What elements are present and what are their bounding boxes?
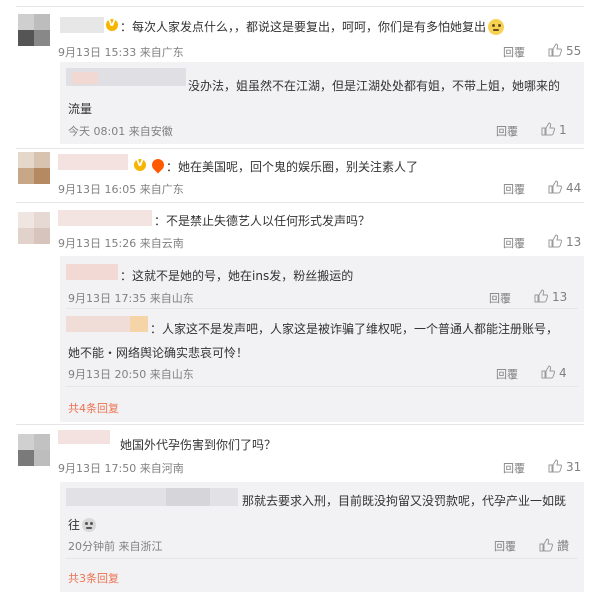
comment-text: ：她在美国呢，回个鬼的娱乐圈，别关注素人了 (166, 160, 419, 174)
comment-meta: 9月13日 16:05 来自广东 (58, 183, 184, 196)
like-button[interactable]: 44 (548, 180, 581, 195)
comment-meta: 9月13日 15:26 来自云南 (58, 237, 184, 250)
blur-block (166, 488, 210, 506)
sub-reply-meta: 今天 08:01 来自安徽 (68, 125, 173, 138)
separator (66, 386, 578, 387)
comment-text: ：不是禁止失德艺人以任何形式发声吗？ (154, 214, 371, 228)
sub-reply-button[interactable]: 回覆 (489, 290, 511, 306)
avatar[interactable] (18, 434, 50, 466)
sub-like-button[interactable]: 1 (541, 122, 567, 137)
sub-reply-meta: 9月13日 17:35 来自山东 (68, 292, 194, 305)
like-count: 13 (552, 290, 568, 304)
comment-2: ：她在美国呢，回个鬼的娱乐圈，别关注素人了 9月13日 16:05 来自广东 回… (0, 148, 600, 202)
like-count: 44 (566, 181, 582, 195)
sub-reply-meta: 9月13日 20:50 来自山东 (68, 368, 194, 381)
comment-text: 她国外代孕伤害到你们了吗？ (120, 438, 277, 452)
separator (66, 558, 578, 559)
sub-reply-text: 没办法，姐虽然不在江湖，但是江湖处处都有姐，不带上姐，她哪来的 (188, 79, 561, 93)
thumb-up-icon (548, 234, 562, 248)
reply-button[interactable]: 回覆 (503, 235, 525, 251)
more-replies-link[interactable]: 共3条回复 (68, 570, 119, 586)
sub-like-button[interactable]: 13 (534, 289, 567, 304)
reply-button[interactable]: 回覆 (503, 460, 525, 476)
hot-icon (149, 156, 167, 174)
sub-like-button[interactable]: 讚 (539, 537, 569, 554)
comment-3: ：不是禁止失德艺人以任何形式发声吗？ 9月13日 15:26 来自云南 回覆 1… (0, 202, 600, 422)
reply-button[interactable]: 回覆 (503, 44, 525, 60)
sub-reply-text: ：人家这不是发声吧，人家这是被诈骗了维权呢，一个普通人都能注册账号， (150, 322, 559, 336)
separator (66, 308, 578, 309)
comment-meta: 9月13日 15:33 来自广东 (58, 46, 184, 59)
blur-block (130, 316, 148, 332)
sub-reply-text-line2: 往 (68, 516, 97, 533)
comment-meta: 9月13日 17:50 来自河南 (58, 462, 184, 475)
sub-reply-button[interactable]: 回覆 (496, 123, 518, 139)
avatar[interactable] (18, 14, 50, 46)
more-replies-link[interactable]: 共4条回复 (68, 400, 119, 416)
comment-text: ：每次人家发点什么，，都说这是要复出，呵呵，你们是有多怕她复出 (120, 18, 505, 35)
username-blurred[interactable] (58, 154, 128, 170)
thumb-up-icon (534, 289, 548, 303)
emoji-icon (488, 19, 505, 35)
sub-reply-meta: 20分钟前 来自浙江 (68, 540, 163, 553)
sub-reply-button[interactable]: 回覆 (494, 538, 516, 554)
blur-block (72, 72, 98, 84)
verified-icon (134, 158, 146, 171)
like-count: 13 (566, 235, 582, 249)
sub-username-blurred[interactable] (66, 264, 118, 280)
comment-1: ：每次人家发点什么，，都说这是要复出，呵呵，你们是有多怕她复出 9月13日 15… (0, 0, 600, 150)
like-count: 4 (559, 366, 567, 380)
username-blurred[interactable] (58, 210, 152, 226)
like-button[interactable]: 31 (548, 459, 581, 474)
thumb-up-icon (548, 459, 562, 473)
avatar[interactable] (18, 152, 50, 184)
reply-button[interactable]: 回覆 (503, 181, 525, 197)
sub-reply-text: 那就去要求入刑，目前既没拘留又没罚款呢，代孕产业一如既 (242, 494, 567, 508)
emoji-icon (82, 518, 97, 532)
sub-reply-text: ：这就不是她的号，她在ins发，粉丝搬运的 (120, 269, 354, 283)
thumb-up-icon (539, 538, 553, 552)
sub-like-button[interactable]: 4 (541, 365, 567, 380)
sub-username-blurred[interactable] (66, 488, 238, 506)
username-blurred[interactable] (58, 430, 110, 444)
thumb-up-icon (541, 122, 555, 136)
like-count: 1 (559, 123, 567, 137)
username-blurred[interactable] (60, 17, 104, 33)
like-button[interactable]: 13 (548, 234, 581, 249)
thumb-up-icon (541, 365, 555, 379)
comment-4: 她国外代孕伤害到你们了吗？ 9月13日 17:50 来自河南 回覆 31 那就去… (0, 424, 600, 595)
avatar[interactable] (18, 212, 50, 244)
like-button[interactable]: 55 (548, 43, 581, 58)
thumb-up-icon (548, 180, 562, 194)
like-count: 55 (566, 44, 582, 58)
verified-icon (106, 18, 118, 31)
like-count: 31 (566, 460, 582, 474)
like-count: 讚 (557, 539, 570, 553)
sub-reply-button[interactable]: 回覆 (496, 366, 518, 382)
sub-reply-text-line2: 流量 (68, 102, 93, 116)
sub-reply-text-line2: 她不能・网络舆论确实悲哀可怜！ (68, 346, 249, 360)
thumb-up-icon (548, 43, 562, 57)
